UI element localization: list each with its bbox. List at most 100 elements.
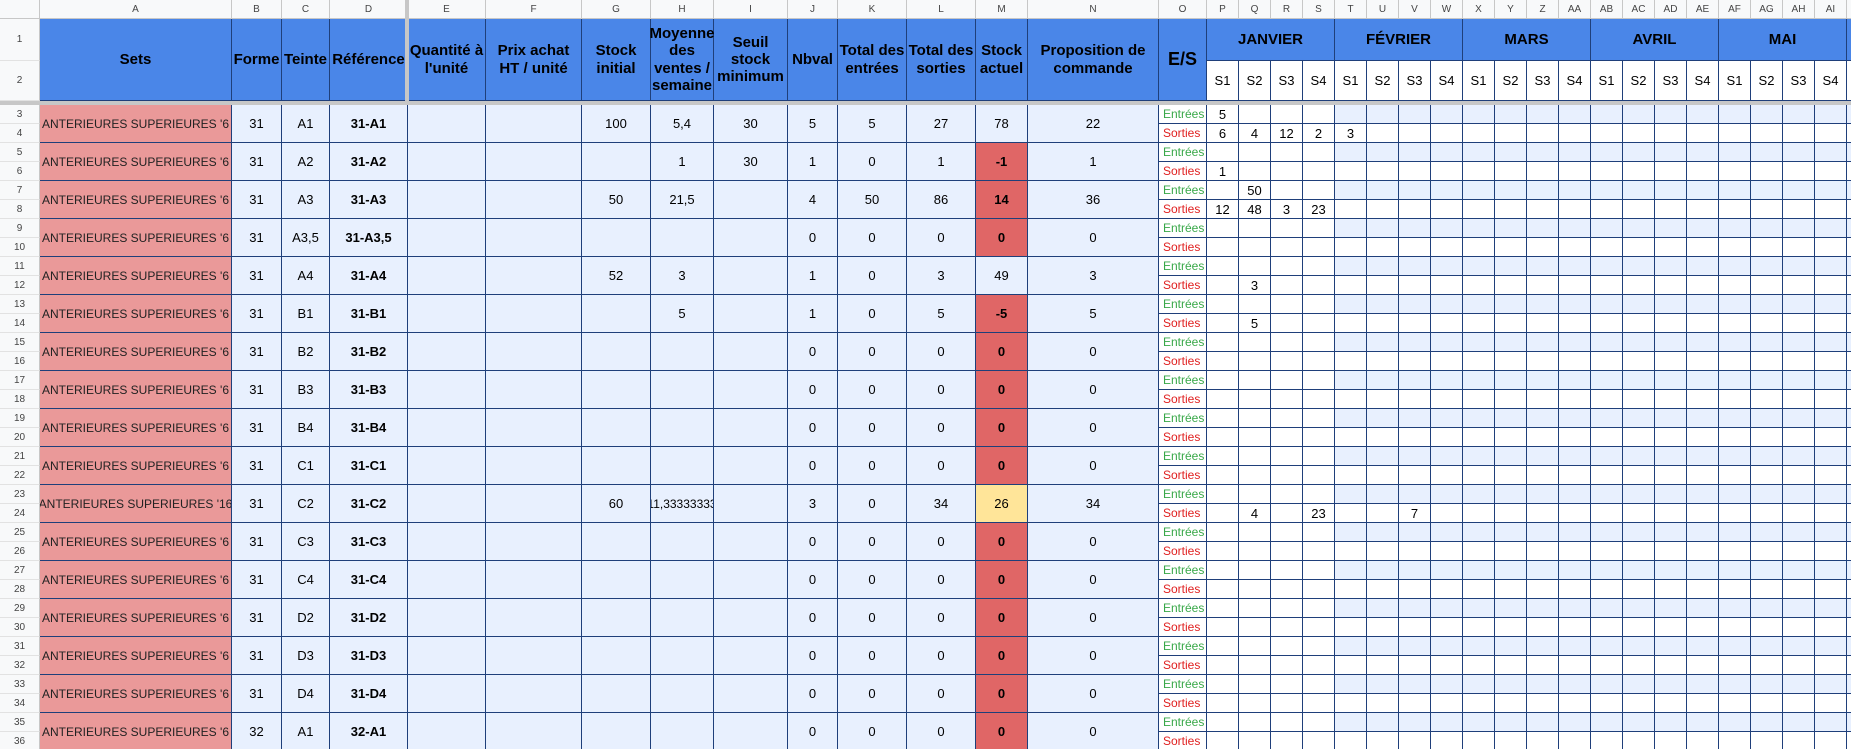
weekly-entrees-cell[interactable]: [1399, 523, 1431, 542]
weekly-sorties-cell[interactable]: [1303, 352, 1335, 371]
weekly-sorties-cell[interactable]: [1303, 390, 1335, 409]
weekly-entrees-cell[interactable]: [1303, 599, 1335, 618]
weekly-entrees-cell[interactable]: [1495, 257, 1527, 276]
column-header-aj[interactable]: AJ: [1847, 0, 1851, 19]
weekly-sorties-cell[interactable]: [1623, 580, 1655, 599]
nbval-cell[interactable]: 0: [788, 637, 838, 675]
weekly-sorties-cell[interactable]: 5: [1239, 314, 1271, 333]
weekly-entrees-cell[interactable]: [1495, 599, 1527, 618]
teinte-cell[interactable]: C4: [282, 561, 330, 599]
weekly-sorties-cell[interactable]: [1655, 428, 1687, 447]
weekly-entrees-cell[interactable]: [1783, 219, 1815, 238]
seuil-cell[interactable]: [714, 713, 788, 749]
weekly-entrees-cell[interactable]: 5: [1207, 105, 1239, 124]
seuil-cell[interactable]: 30: [714, 143, 788, 181]
stock-actuel-cell[interactable]: 0: [976, 371, 1028, 409]
weekly-entrees-cell[interactable]: [1463, 523, 1495, 542]
stock-initial-cell[interactable]: [582, 409, 651, 447]
weekly-sorties-cell[interactable]: [1399, 124, 1431, 143]
weekly-entrees-cell[interactable]: [1719, 181, 1751, 200]
weekly-sorties-cell[interactable]: [1751, 580, 1783, 599]
weekly-entrees-cell[interactable]: [1271, 219, 1303, 238]
reference-cell[interactable]: 31-B2: [330, 333, 408, 371]
teinte-cell[interactable]: A3,5: [282, 219, 330, 257]
weekly-sorties-cell[interactable]: [1847, 200, 1851, 219]
stock-initial-cell[interactable]: 52: [582, 257, 651, 295]
weekly-sorties-cell[interactable]: [1239, 732, 1271, 749]
weekly-sorties-cell[interactable]: [1751, 694, 1783, 713]
weekly-entrees-cell[interactable]: [1463, 105, 1495, 124]
weekly-entrees-cell[interactable]: [1623, 599, 1655, 618]
weekly-sorties-cell[interactable]: [1207, 694, 1239, 713]
weekly-entrees-cell[interactable]: [1847, 409, 1851, 428]
weekly-sorties-cell[interactable]: [1847, 656, 1851, 675]
quantite-cell[interactable]: [408, 523, 486, 561]
weekly-entrees-cell[interactable]: [1783, 713, 1815, 732]
weekly-entrees-cell[interactable]: [1815, 713, 1847, 732]
weekly-entrees-cell[interactable]: [1239, 219, 1271, 238]
proposition-cell[interactable]: 0: [1028, 713, 1159, 749]
row-header-4[interactable]: 4: [0, 124, 40, 143]
weekly-sorties-cell[interactable]: [1303, 732, 1335, 749]
weekly-entrees-cell[interactable]: [1399, 599, 1431, 618]
weekly-entrees-cell[interactable]: [1399, 105, 1431, 124]
total-sorties-cell[interactable]: 27: [907, 105, 976, 143]
quantite-cell[interactable]: [408, 371, 486, 409]
weekly-entrees-cell[interactable]: [1239, 523, 1271, 542]
quantite-cell[interactable]: [408, 637, 486, 675]
weekly-entrees-cell[interactable]: [1495, 371, 1527, 390]
weekly-entrees-cell[interactable]: [1271, 599, 1303, 618]
weekly-sorties-cell[interactable]: [1527, 200, 1559, 219]
prix-cell[interactable]: [486, 295, 582, 333]
weekly-entrees-cell[interactable]: [1527, 599, 1559, 618]
row-header-8[interactable]: 8: [0, 200, 40, 219]
weekly-entrees-cell[interactable]: [1431, 257, 1463, 276]
weekly-entrees-cell[interactable]: [1527, 713, 1559, 732]
teinte-cell[interactable]: A4: [282, 257, 330, 295]
prix-cell[interactable]: [486, 333, 582, 371]
forme-cell[interactable]: 31: [232, 257, 282, 295]
weekly-sorties-cell[interactable]: [1271, 352, 1303, 371]
weekly-sorties-cell[interactable]: [1591, 352, 1623, 371]
weekly-entrees-cell[interactable]: [1271, 181, 1303, 200]
weekly-sorties-cell[interactable]: [1367, 314, 1399, 333]
proposition-cell[interactable]: 0: [1028, 561, 1159, 599]
weekly-sorties-cell[interactable]: [1815, 238, 1847, 257]
column-header-c[interactable]: C: [282, 0, 330, 19]
moyenne-cell[interactable]: 1: [651, 143, 714, 181]
reference-cell[interactable]: 31-A3: [330, 181, 408, 219]
weekly-entrees-cell[interactable]: [1399, 219, 1431, 238]
weekly-entrees-cell[interactable]: [1207, 599, 1239, 618]
moyenne-cell[interactable]: [651, 333, 714, 371]
proposition-cell[interactable]: 36: [1028, 181, 1159, 219]
weekly-sorties-cell[interactable]: [1687, 124, 1719, 143]
weekly-sorties-cell[interactable]: [1783, 466, 1815, 485]
weekly-sorties-cell[interactable]: [1687, 314, 1719, 333]
teinte-cell[interactable]: A1: [282, 105, 330, 143]
weekly-sorties-cell[interactable]: [1431, 162, 1463, 181]
stock-actuel-cell[interactable]: 0: [976, 637, 1028, 675]
weekly-entrees-cell[interactable]: [1335, 295, 1367, 314]
weekly-sorties-cell[interactable]: [1335, 390, 1367, 409]
weekly-entrees-cell[interactable]: [1655, 599, 1687, 618]
total-entrees-cell[interactable]: 0: [838, 143, 907, 181]
weekly-sorties-cell[interactable]: [1719, 276, 1751, 295]
weekly-entrees-cell[interactable]: [1335, 105, 1367, 124]
weekly-sorties-cell[interactable]: [1367, 124, 1399, 143]
weekly-entrees-cell[interactable]: [1271, 371, 1303, 390]
weekly-sorties-cell[interactable]: [1207, 276, 1239, 295]
weekly-sorties-cell[interactable]: [1751, 542, 1783, 561]
weekly-sorties-cell[interactable]: [1527, 618, 1559, 637]
weekly-sorties-cell[interactable]: [1271, 390, 1303, 409]
weekly-entrees-cell[interactable]: [1591, 333, 1623, 352]
weekly-entrees-cell[interactable]: [1751, 523, 1783, 542]
weekly-sorties-cell[interactable]: [1719, 466, 1751, 485]
weekly-sorties-cell[interactable]: [1559, 238, 1591, 257]
row-header-27[interactable]: 27: [0, 561, 40, 580]
weekly-entrees-cell[interactable]: [1719, 143, 1751, 162]
row-header-5[interactable]: 5: [0, 143, 40, 162]
weekly-sorties-cell[interactable]: [1431, 466, 1463, 485]
weekly-sorties-cell[interactable]: [1815, 390, 1847, 409]
reference-cell[interactable]: 31-C3: [330, 523, 408, 561]
weekly-sorties-cell[interactable]: [1399, 732, 1431, 749]
